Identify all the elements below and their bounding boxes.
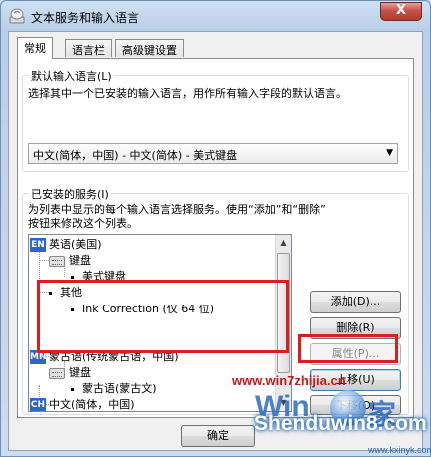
default-input-description: 选择其中一个已安装的输入语言，用作所有输入字段的默认语言。: [28, 87, 347, 100]
description-line: 为列表中显示的每个输入语言选择服务。使用“添加”和“删除”: [28, 203, 326, 216]
tree-item-label: 键盘: [69, 254, 91, 267]
tree-item-label: 其他: [60, 286, 82, 299]
scroll-up-arrow-icon[interactable]: ▲: [276, 235, 291, 251]
ok-button[interactable]: 确定: [181, 425, 255, 447]
tree-guide-line: [39, 260, 49, 261]
dialog-body: 常规 语言栏 高级键设置 默认输入语言(L) 选择其中一个已安装的输入语言，用作…: [8, 31, 423, 451]
chevron-down-icon: ▼: [386, 148, 393, 158]
scrollbar-thumb[interactable]: [277, 253, 290, 373]
tab-label: 常规: [24, 42, 46, 55]
language-badge-icon: CH: [30, 398, 46, 411]
tree-item-keyboard-layout[interactable]: 蒙古语(蒙古文): [71, 381, 157, 397]
dialog-window: 文本服务和输入语言 X 常规 语言栏 高级键设置 默认输入语言(L) 选择其中一…: [0, 0, 431, 457]
close-icon: X: [395, 3, 407, 18]
tab-label: 语言栏: [72, 44, 105, 57]
default-input-language-select[interactable]: 中文(简体，中国) - 中文(简体) - 美式键盘 ▼: [28, 143, 398, 164]
remove-button[interactable]: 删除(R): [310, 317, 401, 339]
properties-button[interactable]: 属性(P)...: [310, 343, 401, 365]
tab-advanced-key-settings[interactable]: 高级键设置: [115, 39, 184, 57]
add-button[interactable]: 添加(D)...: [310, 291, 401, 313]
tree-item-label: 蒙古语(蒙古文): [82, 382, 157, 395]
watermark-text: Shenduwin8.com: [254, 412, 427, 435]
installed-services-description: 为列表中显示的每个输入语言选择服务。使用“添加”和“删除” 按钮来修改这个列表。: [28, 203, 408, 231]
tree-item-lang-chinese[interactable]: CH 中文(简体，中国): [30, 397, 135, 411]
tab-general[interactable]: 常规: [17, 37, 53, 59]
tab-label: 高级键设置: [122, 44, 177, 57]
general-tab-panel: 默认输入语言(L) 选择其中一个已安装的输入语言，用作所有输入字段的默认语言。 …: [17, 58, 414, 418]
language-badge-icon: MN: [30, 350, 47, 364]
bullet-icon: [71, 275, 74, 279]
button-label: 添加(D)...: [330, 295, 381, 308]
title-bar[interactable]: 文本服务和输入语言 X: [1, 1, 430, 31]
tree-item-label: Ink Correction (仅 64 位): [82, 302, 215, 315]
tree-item-label: 中文(简体，中国): [49, 398, 135, 411]
tree-item-lang-mongolian[interactable]: MN 蒙古语(传统蒙古语，中国): [30, 349, 179, 365]
tab-language-bar[interactable]: 语言栏: [65, 39, 112, 57]
button-label: 删除(R): [336, 321, 375, 334]
tree-item-lang-english[interactable]: EN 英语(美国): [30, 237, 102, 253]
tree-item-label: 蒙古语(传统蒙古语，中国): [49, 350, 179, 363]
watermark-text: www.kxinyk.com: [368, 445, 431, 455]
description-line: 按钮来修改这个列表。: [28, 217, 138, 230]
tree-item-keyboard-group[interactable]: 键盘: [49, 253, 91, 269]
tree-item-keyboard-group[interactable]: 键盘: [49, 365, 91, 381]
window-title: 文本服务和输入语言: [31, 11, 140, 25]
installed-services-group-title: 已安装的服务(I): [29, 186, 111, 202]
tree-item-label: 英语(美国): [49, 238, 102, 251]
button-label: 确定: [207, 429, 229, 442]
keyboard-icon: [49, 255, 65, 267]
tree-item-label: 键盘: [69, 366, 91, 379]
bullet-icon: [71, 307, 74, 311]
language-badge-icon: EN: [30, 238, 46, 252]
close-button[interactable]: X: [380, 2, 422, 21]
text-services-icon: [9, 8, 25, 24]
keyboard-icon: [49, 367, 65, 379]
tree-item-other-group[interactable]: 其他: [49, 285, 82, 301]
tree-guide-line: [39, 292, 49, 293]
tree-item-label: 美式键盘: [82, 270, 126, 283]
tree-item-ink-correction[interactable]: Ink Correction (仅 64 位): [71, 302, 215, 317]
default-input-group-title: 默认输入语言(L): [29, 68, 114, 84]
button-label: 属性(P)...: [331, 347, 380, 360]
bullet-icon: [49, 291, 52, 295]
tree-item-keyboard-layout[interactable]: 美式键盘: [71, 269, 126, 285]
bullet-icon: [71, 387, 74, 391]
default-input-selected-value: 中文(简体，中国) - 中文(简体) - 美式键盘: [33, 149, 238, 162]
watermark-text: www.win7zhijia.cn: [232, 373, 346, 388]
